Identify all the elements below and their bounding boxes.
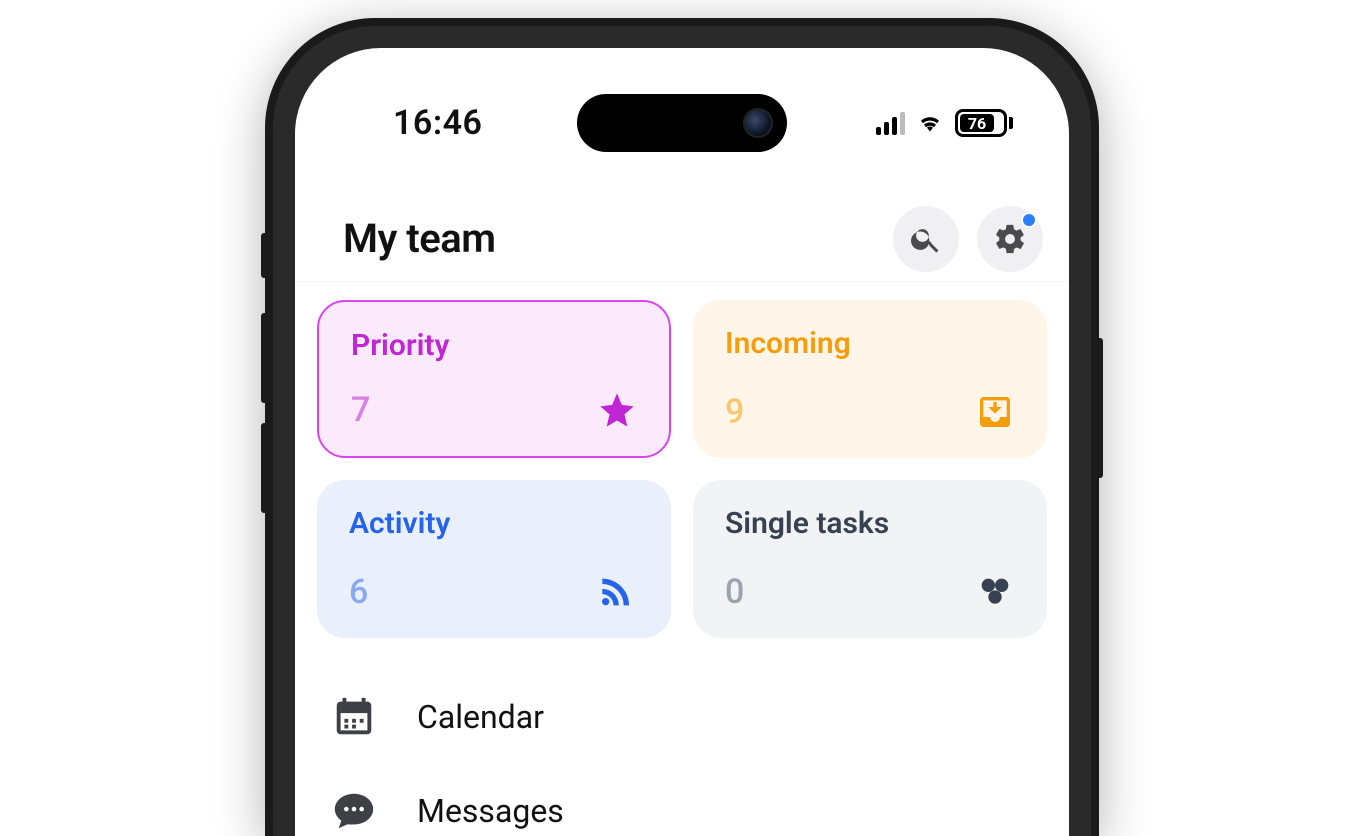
page-title: My team: [343, 215, 496, 262]
cluster-dots-icon: [975, 572, 1015, 612]
rss-icon: [599, 572, 639, 612]
star-icon: [597, 390, 637, 430]
card-priority[interactable]: Priority 7: [317, 300, 671, 458]
nav-list: Calendar Messages: [331, 670, 1033, 836]
phone-frame: 16:46 76 My te: [265, 18, 1099, 836]
status-bar: 16:46 76: [295, 98, 1069, 148]
nav-item-label: Messages: [417, 792, 564, 830]
nav-item-label: Calendar: [417, 698, 544, 736]
status-time: 16:46: [393, 103, 482, 143]
card-count: 6: [349, 572, 368, 612]
cellular-icon: [876, 111, 905, 135]
search-icon: [909, 222, 943, 256]
card-count: 0: [725, 572, 744, 612]
nav-item-messages[interactable]: Messages: [331, 764, 1033, 836]
card-title: Single tasks: [725, 506, 1015, 541]
chat-icon: [331, 788, 377, 834]
inbox-download-icon: [975, 392, 1015, 432]
phone-side-button: [261, 233, 267, 278]
wifi-icon: [915, 111, 945, 135]
search-button[interactable]: [893, 206, 959, 272]
screen: 16:46 76 My te: [295, 48, 1069, 836]
cards-grid: Priority 7 Incoming 9: [317, 300, 1047, 638]
phone-side-button: [261, 423, 267, 513]
phone-bezel: 16:46 76 My te: [273, 26, 1091, 836]
status-indicators: 76: [876, 109, 1013, 137]
card-title: Activity: [349, 506, 639, 541]
settings-button[interactable]: [977, 206, 1043, 272]
phone-side-button: [261, 313, 267, 403]
battery-level: 76: [960, 114, 994, 132]
gear-icon: [993, 222, 1027, 256]
card-title: Priority: [351, 328, 637, 363]
card-count: 9: [725, 392, 744, 432]
nav-item-calendar[interactable]: Calendar: [331, 670, 1033, 764]
battery-indicator: 76: [955, 109, 1013, 137]
card-single-tasks[interactable]: Single tasks 0: [693, 480, 1047, 638]
card-count: 7: [351, 390, 370, 430]
calendar-icon: [331, 694, 377, 740]
header-actions: [893, 206, 1043, 272]
card-activity[interactable]: Activity 6: [317, 480, 671, 638]
notification-badge: [1021, 212, 1037, 228]
phone-side-button: [1097, 338, 1103, 478]
app-header: My team: [295, 196, 1069, 282]
card-incoming[interactable]: Incoming 9: [693, 300, 1047, 458]
card-title: Incoming: [725, 326, 1015, 361]
